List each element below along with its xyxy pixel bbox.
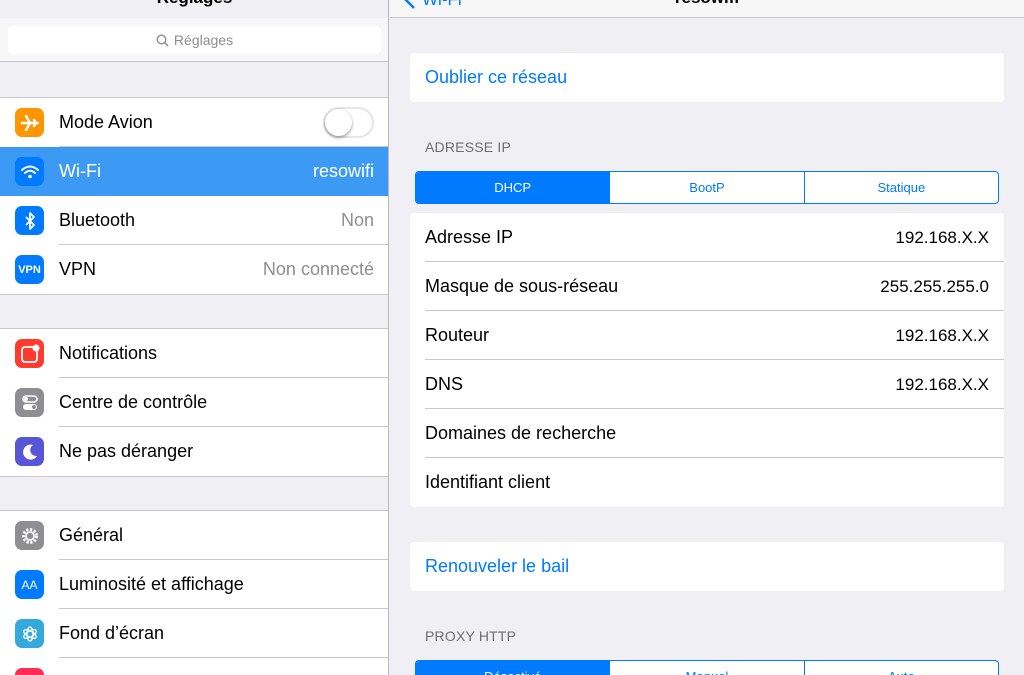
ip-row-client-id[interactable]: Identifiant client [410, 458, 1004, 507]
forget-network-card: Oublier ce réseau [410, 53, 1004, 102]
sidebar-item-label: Fond d’écran [59, 623, 165, 643]
wifi-detail-pane: Wi-Fi resowifi Oublier ce réseau ADRESSE… [390, 0, 1024, 675]
sidebar-item-wallpaper[interactable]: Fond d’écran [0, 609, 388, 658]
sidebar-item-label: Général [59, 525, 124, 545]
row-label: DNS [425, 374, 464, 394]
row-label: Domaines de recherche [425, 423, 617, 443]
forget-network-button[interactable]: Oublier ce réseau [410, 53, 1004, 102]
navigation-bar: Wi-Fi resowifi [390, 0, 1024, 18]
page-title: resowifi [390, 0, 1024, 8]
search-placeholder: Réglages [173, 32, 234, 48]
row-value: 192.168.X.X [895, 227, 989, 247]
search-bar: Réglages [0, 18, 388, 62]
sidebar-item-label: Centre de contrôle [59, 392, 208, 412]
sidebar-item-wifi[interactable]: Wi-Fi resowifi [0, 147, 388, 196]
row-value: 192.168.X.X [895, 374, 989, 394]
sidebar-item-airplane-mode[interactable]: Mode Avion [0, 98, 388, 147]
sidebar-group-general: Général AA Luminosité et affichage Fond … [0, 510, 388, 675]
ip-address-header: ADRESSE IP [425, 139, 512, 155]
sidebar-item-label: Bluetooth [59, 210, 136, 230]
control-center-icon [15, 388, 44, 417]
airplane-mode-toggle[interactable] [323, 107, 374, 138]
ip-row-address: Adresse IP 192.168.X.X [410, 213, 1004, 262]
sidebar-item-label: Notifications [59, 343, 158, 363]
sidebar-item-label: VPN [59, 259, 97, 279]
row-value: 192.168.X.X [895, 325, 989, 345]
sidebar-item-value: Non connecté [262, 259, 374, 279]
wifi-icon [15, 157, 44, 186]
proxy-mode-segmented-control: Désactivé Manuel Auto [415, 660, 999, 675]
segment-proxy-off[interactable]: Désactivé [416, 661, 610, 675]
sounds-icon [15, 668, 44, 675]
sidebar-title: Réglages [0, 0, 388, 8]
row-value: 255.255.255.0 [880, 276, 989, 296]
sidebar-item-do-not-disturb[interactable]: Ne pas déranger [0, 427, 388, 476]
sidebar-item-label: Luminosité et affichage [59, 574, 244, 594]
segment-static[interactable]: Statique [803, 172, 998, 203]
sidebar-group-connectivity: Mode Avion Wi-Fi resowifi Bluetooth Non [0, 97, 388, 295]
sidebar-item-vpn[interactable]: VPN VPN Non connecté [0, 245, 388, 294]
sidebar-item-partial[interactable] [0, 658, 388, 675]
sidebar-item-display-brightness[interactable]: AA Luminosité et affichage [0, 560, 388, 609]
sidebar-item-bluetooth[interactable]: Bluetooth Non [0, 196, 388, 245]
sidebar-item-notifications[interactable]: Notifications [0, 329, 388, 378]
segment-bootp[interactable]: BootP [609, 172, 803, 203]
segment-dhcp[interactable]: DHCP [416, 172, 610, 203]
notifications-icon [15, 339, 44, 368]
ip-mode-segmented-control: DHCP BootP Statique [415, 171, 999, 204]
sidebar-item-general[interactable]: Général [0, 511, 388, 560]
segment-proxy-manual[interactable]: Manuel [609, 661, 803, 675]
sidebar-item-value: Non [340, 210, 374, 230]
ip-details-card: Adresse IP 192.168.X.X Masque de sous-ré… [410, 213, 1004, 507]
segment-proxy-auto[interactable]: Auto [803, 661, 998, 675]
row-label: Masque de sous-réseau [425, 276, 619, 296]
vpn-icon: VPN [15, 255, 44, 284]
moon-icon [15, 437, 44, 466]
sidebar: Réglages Réglages Mode Avion Wi-Fi [0, 0, 389, 675]
settings-app: Réglages Réglages Mode Avion Wi-Fi [0, 0, 1024, 675]
ip-row-subnet-mask: Masque de sous-réseau 255.255.255.0 [410, 262, 1004, 311]
row-label: Routeur [425, 325, 490, 345]
row-label: Identifiant client [425, 472, 551, 492]
ip-row-search-domains[interactable]: Domaines de recherche [410, 409, 1004, 458]
search-icon [156, 33, 169, 47]
search-input[interactable]: Réglages [8, 26, 381, 54]
sidebar-item-label: Ne pas déranger [59, 441, 194, 461]
row-label: Adresse IP [425, 227, 514, 247]
airplane-icon [15, 108, 44, 137]
ip-row-dns[interactable]: DNS 192.168.X.X [410, 360, 1004, 409]
sidebar-group-alerts: Notifications Centre de contrôle Ne pas … [0, 328, 388, 477]
sidebar-item-label: Mode Avion [59, 112, 153, 132]
ip-row-router: Routeur 192.168.X.X [410, 311, 1004, 360]
proxy-http-header: PROXY HTTP [425, 628, 517, 644]
sidebar-item-label: Wi-Fi [59, 161, 101, 181]
wallpaper-icon [15, 619, 44, 648]
forget-network-label: Oublier ce réseau [425, 67, 568, 87]
brightness-icon: AA [15, 570, 44, 599]
renew-lease-button[interactable]: Renouveler le bail [410, 542, 1004, 591]
gear-icon [15, 521, 44, 550]
renew-lease-card: Renouveler le bail [410, 542, 1004, 591]
sidebar-item-control-center[interactable]: Centre de contrôle [0, 378, 388, 427]
renew-lease-label: Renouveler le bail [425, 556, 570, 576]
sidebar-item-value: resowifi [312, 161, 374, 181]
bluetooth-icon [15, 206, 44, 235]
